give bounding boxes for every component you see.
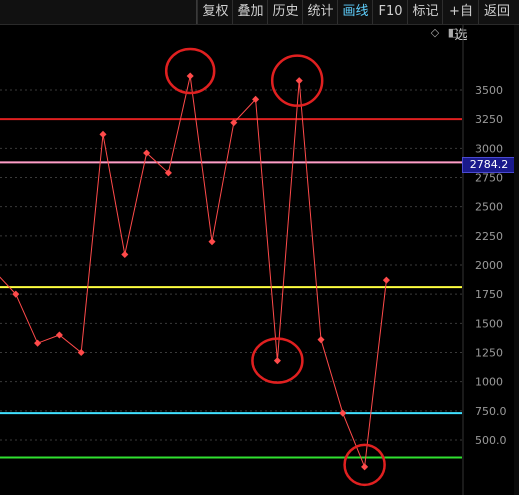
data-point <box>382 276 390 284</box>
highlight-circle <box>164 47 216 95</box>
y-tick-label: 1000 <box>475 376 503 389</box>
y-tick-label: 1500 <box>475 317 503 330</box>
toolbar-button-3[interactable]: 统计 <box>302 0 338 24</box>
toolbar-button-0[interactable]: 复权 <box>197 0 233 24</box>
y-tick-label: 3500 <box>475 84 503 97</box>
y-tick-label: 1250 <box>475 347 503 360</box>
y-tick-label: 2500 <box>475 201 503 214</box>
data-point <box>186 72 194 80</box>
toolbar-button-1[interactable]: 叠加 <box>232 0 268 24</box>
y-tick-label: 750.0 <box>475 405 507 418</box>
toolbar-button-8[interactable]: 返回 <box>478 0 515 24</box>
y-tick-label: 3250 <box>475 113 503 126</box>
price-chart: 3500 3250 3000 2750 2500 2250 2000 1750 1500 1250… <box>0 25 507 495</box>
y-tick-label: 2250 <box>475 230 503 243</box>
y-tick-label: 2750 <box>475 172 503 185</box>
toolbar-button-6[interactable]: 标记 <box>407 0 443 24</box>
data-point <box>317 336 325 344</box>
y-tick-label: 3000 <box>475 142 503 155</box>
data-point <box>295 77 303 85</box>
price-tag: 2784.2 <box>462 157 516 173</box>
data-point <box>273 357 281 365</box>
data-point <box>34 339 42 347</box>
toolbar-button-7[interactable]: +自选 <box>442 0 479 43</box>
toolbar-spacer <box>0 0 197 24</box>
toolbar-button-5[interactable]: F10 <box>372 0 408 24</box>
series-line <box>0 75 387 468</box>
data-point <box>208 238 216 246</box>
toolbar-button-2[interactable]: 历史 <box>267 0 303 24</box>
y-tick-label: 1750 <box>475 288 503 301</box>
toolbar: 复权 叠加 历史 统计 画线 F10 标记 +自选 返回 <box>0 0 519 43</box>
toolbar-button-4[interactable]: 画线 <box>337 0 373 24</box>
y-tick-label: 2000 <box>475 259 503 272</box>
data-point <box>121 250 129 259</box>
data-point <box>99 130 107 138</box>
y-tick-label: 500.0 <box>475 434 507 447</box>
data-point <box>361 463 369 471</box>
side-strip <box>514 25 519 495</box>
